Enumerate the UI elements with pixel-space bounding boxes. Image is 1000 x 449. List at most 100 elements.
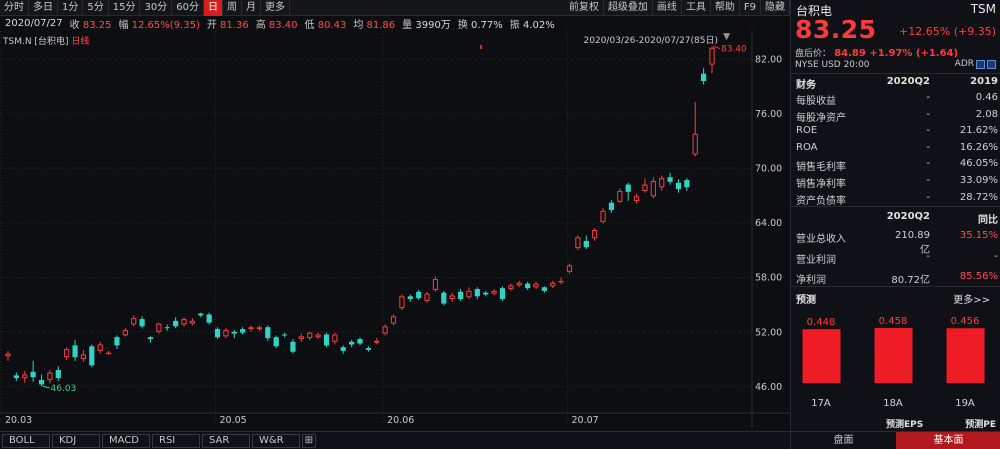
row-value-current: -: [926, 158, 930, 170]
toolbar-menu-item[interactable]: 隐藏: [761, 0, 790, 16]
candle-body: [390, 316, 397, 324]
period-tab[interactable]: 5分: [83, 0, 109, 16]
candle-body: [525, 283, 531, 289]
row-label: 营业利润: [796, 254, 836, 266]
candle-body: [692, 133, 698, 155]
x-tick-label: 20.07: [572, 415, 599, 426]
candle-body: [189, 320, 195, 324]
kline-chart-area[interactable]: 82.00 76.00 70.00 64.00 58.00 52.00 46.00 20.03…: [0, 31, 790, 429]
candle-body: [432, 279, 439, 290]
toolbar-menu-item[interactable]: 工具: [682, 0, 711, 16]
period-toolbar: 分时 多日 1分 5分 15分 30分 60分日周月更多 前复权 超级叠加 画线 工具 帮助 F9 隐藏: [0, 0, 790, 16]
row-value-prev: 85.56%: [959, 271, 998, 282]
turnover-value: 0.77%: [471, 20, 503, 31]
period-tab[interactable]: 周: [223, 0, 242, 16]
candle-body: [147, 337, 154, 340]
toolbar-menu-item[interactable]: F9: [740, 0, 761, 16]
candle-body: [449, 295, 455, 300]
indicator-tab[interactable]: BOLL: [2, 433, 50, 448]
candle-body: [684, 180, 690, 188]
candle-body: [608, 202, 615, 211]
add-indicator-button[interactable]: ⊞: [302, 433, 316, 448]
candle-body: [47, 372, 53, 380]
kline-chart[interactable]: 82.00 76.00 70.00 64.00 58.00 52.00 46.00 20.03…: [0, 31, 790, 429]
candle-body: [340, 347, 346, 351]
candle-body: [38, 379, 45, 385]
panel-tab[interactable]: 基本面: [896, 432, 1000, 449]
candle-body: [365, 348, 371, 350]
row-value-prev: 21.62%: [959, 125, 998, 137]
close-label: 收: [69, 20, 80, 31]
period-tab[interactable]: 60分: [172, 0, 204, 16]
exchange-info: NYSE USD 20:00: [795, 60, 870, 70]
chart-range: 2020/03/26-2020/07/27(85日): [583, 36, 718, 46]
adr-label: ADR: [954, 59, 974, 69]
period-tab[interactable]: 15分: [109, 0, 141, 16]
indicator-tab[interactable]: MACD: [102, 433, 150, 448]
candle-body: [407, 296, 413, 300]
volume-label: 量: [402, 20, 413, 31]
toolbar-menu-item[interactable]: 前复权: [565, 0, 604, 16]
financial-header: 财务 2020Q2 2019: [796, 76, 998, 92]
quote-low: 低 80.43: [305, 16, 347, 31]
candle-body: [97, 344, 103, 351]
candle-body: [281, 334, 288, 336]
candle-body: [483, 292, 489, 295]
stock-code: TSM: [970, 2, 996, 16]
candle-body: [223, 329, 229, 337]
divider: [791, 73, 1000, 74]
row-value-current: 2020Q2: [886, 211, 930, 222]
candle-body: [114, 337, 120, 346]
candle-body: [5, 353, 11, 357]
candle-body: [256, 327, 263, 330]
period-tab[interactable]: 30分: [140, 0, 173, 16]
candle-body: [592, 229, 598, 239]
period-tab[interactable]: 日: [203, 0, 223, 16]
financial-row: 净利润 80.72亿 85.56%: [796, 271, 998, 287]
forecast-eps-chart: 0.448 17A 0.458 18A 0.456 19A: [802, 316, 985, 409]
financial-row: 营业利润 - -: [796, 251, 998, 267]
candle-body: [499, 288, 506, 300]
indicator-tab[interactable]: RSI: [152, 433, 200, 448]
forecast-year-label: 18A: [883, 398, 903, 409]
candle-body: [583, 240, 589, 248]
range-dropdown-icon[interactable]: ▼: [723, 32, 730, 42]
panel-tab[interactable]: 盘面: [791, 432, 896, 449]
period-tab[interactable]: 月: [242, 0, 261, 16]
financial-row: 每股收益 - 0.46: [796, 92, 998, 108]
period-tab[interactable]: 分时: [0, 0, 29, 16]
change-value: 12.65%(9.35): [131, 20, 200, 31]
y-tick-label: 70.00: [755, 164, 782, 175]
toolbar-menu-item[interactable]: 超级叠加: [604, 0, 653, 16]
adr-expand-icon[interactable]: [987, 59, 996, 69]
period-tab[interactable]: 1分: [58, 0, 84, 16]
candle-body: [617, 190, 623, 202]
period-tab[interactable]: 多日: [29, 0, 58, 16]
candle-body: [701, 73, 707, 81]
indicator-tab[interactable]: KDJ: [52, 433, 100, 448]
volume-value: 3990万: [415, 20, 451, 31]
stock-info-panel: 台积电 TSM 83.25 +12.65% (+9.35) 盘后价： 84.89…: [790, 0, 1000, 449]
row-label: ROA: [796, 141, 818, 153]
candle-body: [600, 210, 606, 222]
financial-header: 2020Q2 同比: [796, 211, 998, 227]
candle-body: [105, 352, 112, 355]
row-value-current: -: [926, 125, 930, 137]
indicator-tab[interactable]: W&R: [252, 433, 300, 448]
financial-row: 销售净利率 - 33.09%: [796, 175, 998, 191]
financial-row: 销售毛利率 - 46.05%: [796, 158, 998, 174]
adr-link-icon[interactable]: [976, 59, 985, 69]
toolbar-menu-item[interactable]: 帮助: [711, 0, 740, 16]
period-tab[interactable]: 更多: [261, 0, 290, 16]
open-label: 开: [206, 20, 217, 31]
indicator-tab[interactable]: SAR: [202, 433, 250, 448]
candle-body: [349, 341, 355, 345]
turnover-label: 换: [457, 20, 468, 31]
y-tick-label: 82.00: [755, 55, 782, 66]
row-label: 每股收益: [796, 96, 836, 107]
chart-period: 日线: [71, 37, 90, 47]
candle-body: [206, 314, 212, 323]
toolbar-menu-item[interactable]: 画线: [653, 0, 682, 16]
row-label: 每股净资产: [796, 112, 846, 124]
high-marker-label: 83.40: [721, 44, 747, 54]
